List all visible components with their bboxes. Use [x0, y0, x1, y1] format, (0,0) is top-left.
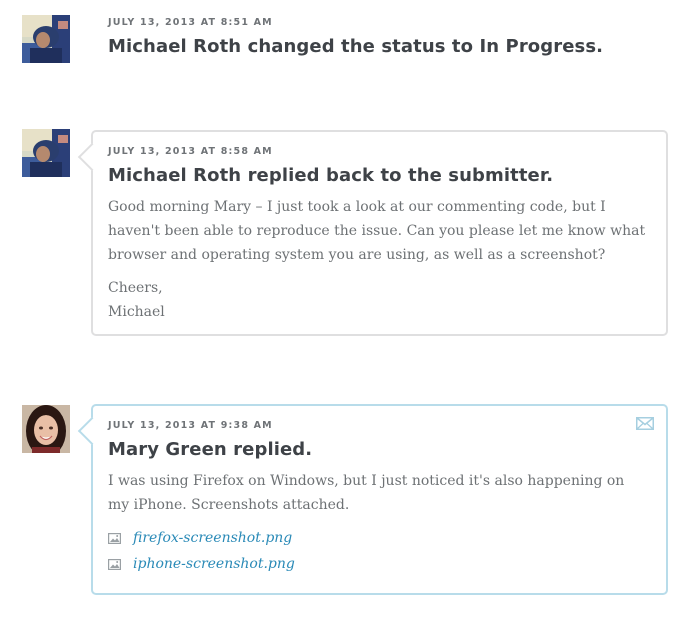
reply-bubble: JULY 13, 2013 AT 8:58 AM Michael Roth re…: [77, 130, 668, 336]
reply-content: JULY 13, 2013 AT 8:58 AM Michael Roth re…: [108, 146, 646, 333]
activity-entry-customer-reply: JULY 13, 2013 AT 9:38 AM Mary Green repl…: [0, 404, 700, 599]
entry-date: JULY 13, 2013 AT 8:58 AM: [108, 146, 273, 157]
customer-reply-body: I was using Firefox on Windows, but I ju…: [108, 469, 646, 517]
image-icon: [108, 558, 121, 570]
bubble-pointer: [77, 142, 107, 172]
reply-signature: Michael: [108, 304, 165, 320]
entry-title: Michael Roth changed the status to In Pr…: [108, 36, 604, 57]
avatar-michael-roth[interactable]: [22, 129, 70, 177]
reply-body: Good morning Mary – I just took a look a…: [108, 195, 646, 324]
reply-signoff: Cheers,: [108, 280, 163, 296]
bubble-pointer: [77, 416, 107, 446]
attachment-item: firefox-screenshot.png: [108, 526, 646, 550]
avatar-michael-roth[interactable]: [22, 15, 70, 63]
activity-entry-status: JULY 13, 2013 AT 8:51 AM Michael Roth ch…: [0, 15, 700, 75]
reply-paragraph: Good morning Mary – I just took a look a…: [108, 199, 646, 263]
reply-paragraph: I was using Firefox on Windows, but I ju…: [108, 473, 625, 513]
activity-entry-reply: JULY 13, 2013 AT 8:58 AM Michael Roth re…: [0, 129, 700, 339]
customer-reply-content: JULY 13, 2013 AT 9:38 AM Mary Green repl…: [108, 420, 646, 576]
attachment-link[interactable]: firefox-screenshot.png: [133, 530, 292, 546]
attachment-link[interactable]: iphone-screenshot.png: [133, 556, 295, 572]
entry-title: Michael Roth replied back to the submitt…: [108, 165, 554, 186]
entry-meta: JULY 13, 2013 AT 8:51 AM Michael Roth ch…: [108, 17, 603, 57]
entry-date: JULY 13, 2013 AT 9:38 AM: [108, 420, 273, 431]
image-icon: [108, 532, 121, 544]
customer-reply-bubble: JULY 13, 2013 AT 9:38 AM Mary Green repl…: [77, 404, 668, 595]
entry-date: JULY 13, 2013 AT 8:51 AM: [108, 17, 273, 28]
avatar-mary-green[interactable]: [22, 405, 70, 453]
attachment-item: iphone-screenshot.png: [108, 552, 646, 576]
attachment-list: firefox-screenshot.png iphone-screenshot…: [108, 526, 646, 576]
entry-title: Mary Green replied.: [108, 439, 313, 460]
